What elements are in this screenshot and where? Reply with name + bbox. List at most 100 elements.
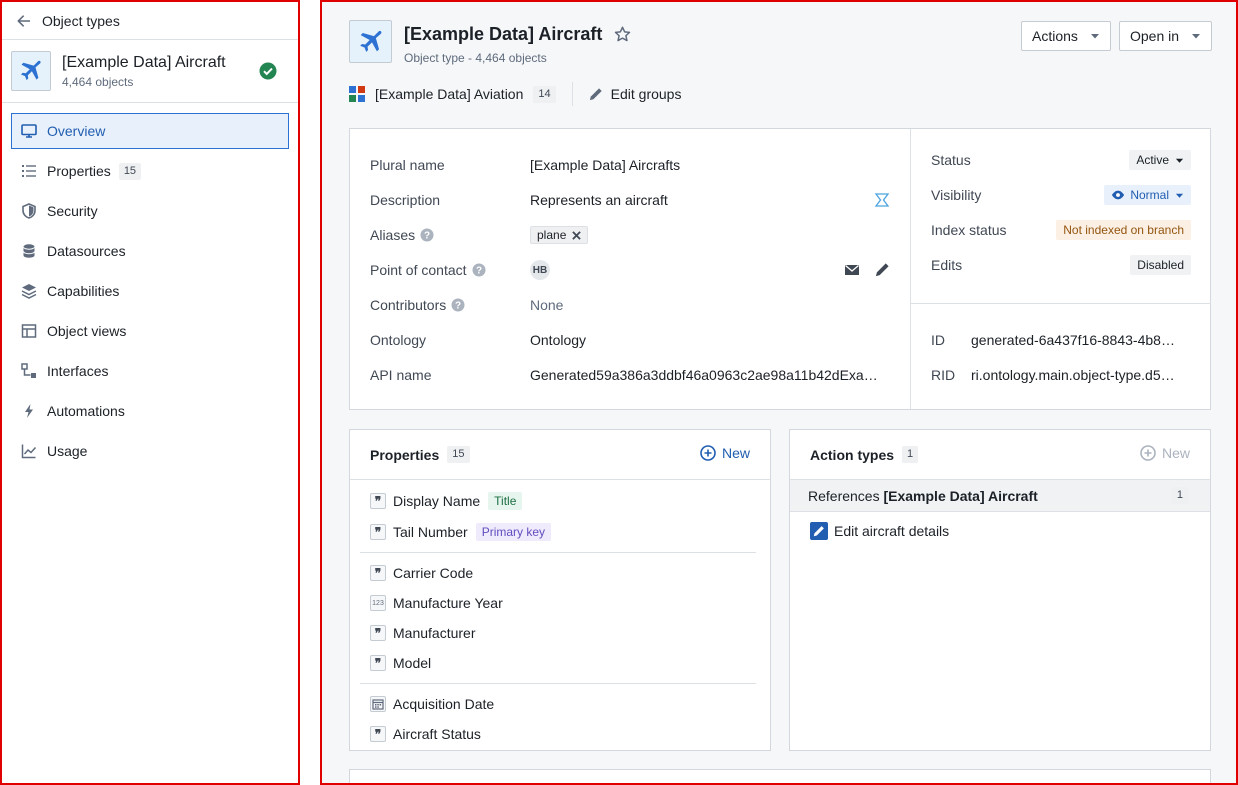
field-label: Aliases bbox=[370, 227, 416, 243]
help-icon[interactable]: ? bbox=[420, 228, 434, 242]
card-title: Action types bbox=[810, 446, 895, 463]
index-status-badge: Not indexed on branch bbox=[1056, 220, 1191, 240]
layout-icon bbox=[21, 324, 37, 338]
eye-icon bbox=[1112, 190, 1125, 200]
page-title-text: [Example Data] Aircraft bbox=[404, 24, 603, 44]
layers-icon bbox=[21, 284, 37, 299]
pencil-icon[interactable] bbox=[875, 262, 890, 277]
close-icon[interactable] bbox=[572, 230, 582, 240]
plural-name-row: Plural name [Example Data] Aircrafts bbox=[370, 155, 680, 175]
actions-button-label: Actions bbox=[1032, 28, 1078, 44]
airplane-icon bbox=[349, 20, 392, 63]
property-row-manufacturer[interactable]: ❞ Manufacturer bbox=[370, 622, 475, 644]
action-type-edit-aircraft-details[interactable]: Edit aircraft details bbox=[810, 522, 949, 540]
sidebar-item-overview[interactable]: Overview bbox=[11, 113, 289, 149]
index-status-row: Index status Not indexed on branch bbox=[931, 219, 1191, 241]
sidebar-item-label: Security bbox=[47, 203, 98, 219]
api-name-value[interactable]: Generated59a386a3ddbf46a0963c2ae98a11b42… bbox=[530, 367, 885, 383]
property-row-aircraft-status[interactable]: ❞ Aircraft Status bbox=[370, 723, 481, 745]
lightning-icon bbox=[25, 404, 33, 418]
sidebar-item-usage[interactable]: Usage bbox=[11, 433, 289, 469]
sidebar-item-interfaces[interactable]: Interfaces bbox=[11, 353, 289, 389]
action-types-count-badge: 1 bbox=[902, 446, 919, 463]
property-row-display-name[interactable]: ❞ Display Name Title bbox=[370, 490, 523, 512]
rid-value[interactable]: ri.ontology.main.object-type.d5d… bbox=[971, 367, 1181, 383]
property-name: Display Name bbox=[393, 493, 481, 509]
new-button-label: New bbox=[721, 445, 750, 461]
references-section-header[interactable]: References [Example Data] Aircraft 1 bbox=[790, 480, 1210, 512]
help-icon[interactable]: ? bbox=[451, 298, 465, 312]
property-row-tail-number[interactable]: ❞ Tail Number Primary key bbox=[370, 521, 552, 543]
action-types-card-header: Action types 1 New bbox=[790, 430, 1210, 480]
open-in-button-label: Open in bbox=[1130, 28, 1180, 44]
overview-info-card: Plural name [Example Data] Aircrafts Des… bbox=[349, 128, 1211, 410]
sidebar-item-label: Overview bbox=[47, 123, 106, 139]
new-action-type-button[interactable]: New bbox=[1140, 445, 1190, 461]
sidebar-item-label: Automations bbox=[47, 403, 125, 419]
property-row-manufacture-year[interactable]: 123 Manufacture Year bbox=[370, 592, 503, 614]
visibility-value: Normal bbox=[1130, 188, 1169, 202]
property-name: Carrier Code bbox=[393, 565, 474, 581]
rid-row: RID ri.ontology.main.object-type.d5d… bbox=[931, 365, 1181, 385]
sidebar-item-security[interactable]: Security bbox=[11, 193, 289, 229]
properties-count-badge: 15 bbox=[447, 446, 470, 463]
property-row-carrier-code[interactable]: ❞ Carrier Code bbox=[370, 562, 473, 584]
field-label: Ontology bbox=[370, 332, 427, 348]
sidebar-item-datasources[interactable]: Datasources bbox=[11, 233, 289, 269]
sidebar-item-capabilities[interactable]: Capabilities bbox=[11, 273, 289, 309]
actions-button[interactable]: Actions bbox=[1021, 21, 1111, 51]
description-value[interactable]: Represents an aircraft bbox=[530, 192, 668, 208]
svg-text:?: ? bbox=[424, 231, 430, 242]
avatar[interactable]: HB bbox=[530, 260, 550, 280]
status-dropdown[interactable]: Active bbox=[1129, 150, 1191, 170]
shield-icon bbox=[22, 203, 36, 219]
ontology-value: Ontology bbox=[530, 332, 587, 348]
field-label: Status bbox=[931, 152, 971, 168]
group-name[interactable]: [Example Data] Aviation bbox=[375, 86, 523, 102]
field-label: Point of contact bbox=[370, 262, 467, 278]
star-icon[interactable] bbox=[614, 26, 631, 43]
caret-down-icon bbox=[1175, 158, 1184, 163]
property-name: Manufacture Year bbox=[393, 595, 503, 611]
contributors-row: Contributors ? None bbox=[370, 295, 563, 315]
id-row: ID generated-6a437f16-8843-4b82-8… bbox=[931, 330, 1181, 350]
caret-down-icon bbox=[1175, 193, 1184, 198]
sidebar-item-automations[interactable]: Automations bbox=[11, 393, 289, 429]
back-to-object-types[interactable]: Object types bbox=[2, 2, 298, 40]
ontology-row: Ontology Ontology bbox=[370, 330, 586, 350]
sidebar-nav: Overview Properties 15 Security Datasour… bbox=[2, 103, 298, 469]
id-value[interactable]: generated-6a437f16-8843-4b82-8… bbox=[971, 332, 1181, 348]
property-row-acquisition-date[interactable]: Acquisition Date bbox=[370, 693, 494, 715]
property-row-model[interactable]: ❞ Model bbox=[370, 652, 431, 674]
visibility-row: Visibility Normal bbox=[931, 184, 1191, 206]
field-label: Plural name bbox=[370, 157, 445, 173]
properties-card-header: Properties 15 New bbox=[350, 430, 770, 480]
field-label: Description bbox=[370, 192, 441, 208]
open-in-button[interactable]: Open in bbox=[1119, 21, 1213, 51]
edits-row: Edits Disabled bbox=[931, 254, 1191, 276]
sidebar-item-properties[interactable]: Properties 15 bbox=[11, 153, 289, 189]
object-name: [Example Data] Aircraft bbox=[62, 54, 226, 71]
ai-sparkle-icon[interactable] bbox=[874, 192, 890, 208]
string-type-icon: ❞ bbox=[370, 565, 386, 581]
property-name: Model bbox=[393, 655, 432, 671]
sidebar-item-label: Interfaces bbox=[47, 363, 109, 379]
primary-key-tag: Primary key bbox=[475, 523, 552, 541]
plural-name-value[interactable]: [Example Data] Aircrafts bbox=[530, 157, 680, 173]
main-panel: [Example Data] Aircraft Object type - 4,… bbox=[320, 0, 1238, 785]
sidebar-item-object-views[interactable]: Object views bbox=[11, 313, 289, 349]
new-property-button[interactable]: New bbox=[700, 445, 750, 461]
field-label: Visibility bbox=[931, 187, 982, 203]
help-icon[interactable]: ? bbox=[472, 263, 486, 277]
edit-groups-label: Edit groups bbox=[610, 86, 682, 102]
field-label: Index status bbox=[931, 222, 1007, 238]
list-icon bbox=[22, 165, 36, 177]
plus-circle-icon bbox=[1140, 445, 1156, 461]
title-tag: Title bbox=[488, 492, 523, 510]
envelope-icon[interactable] bbox=[844, 262, 860, 278]
visibility-dropdown[interactable]: Normal bbox=[1104, 185, 1191, 205]
alias-chip-label: plane bbox=[537, 228, 567, 242]
edit-groups-button[interactable]: Edit groups bbox=[589, 86, 682, 102]
svg-text:?: ? bbox=[455, 301, 461, 312]
edits-badge: Disabled bbox=[1130, 255, 1191, 275]
